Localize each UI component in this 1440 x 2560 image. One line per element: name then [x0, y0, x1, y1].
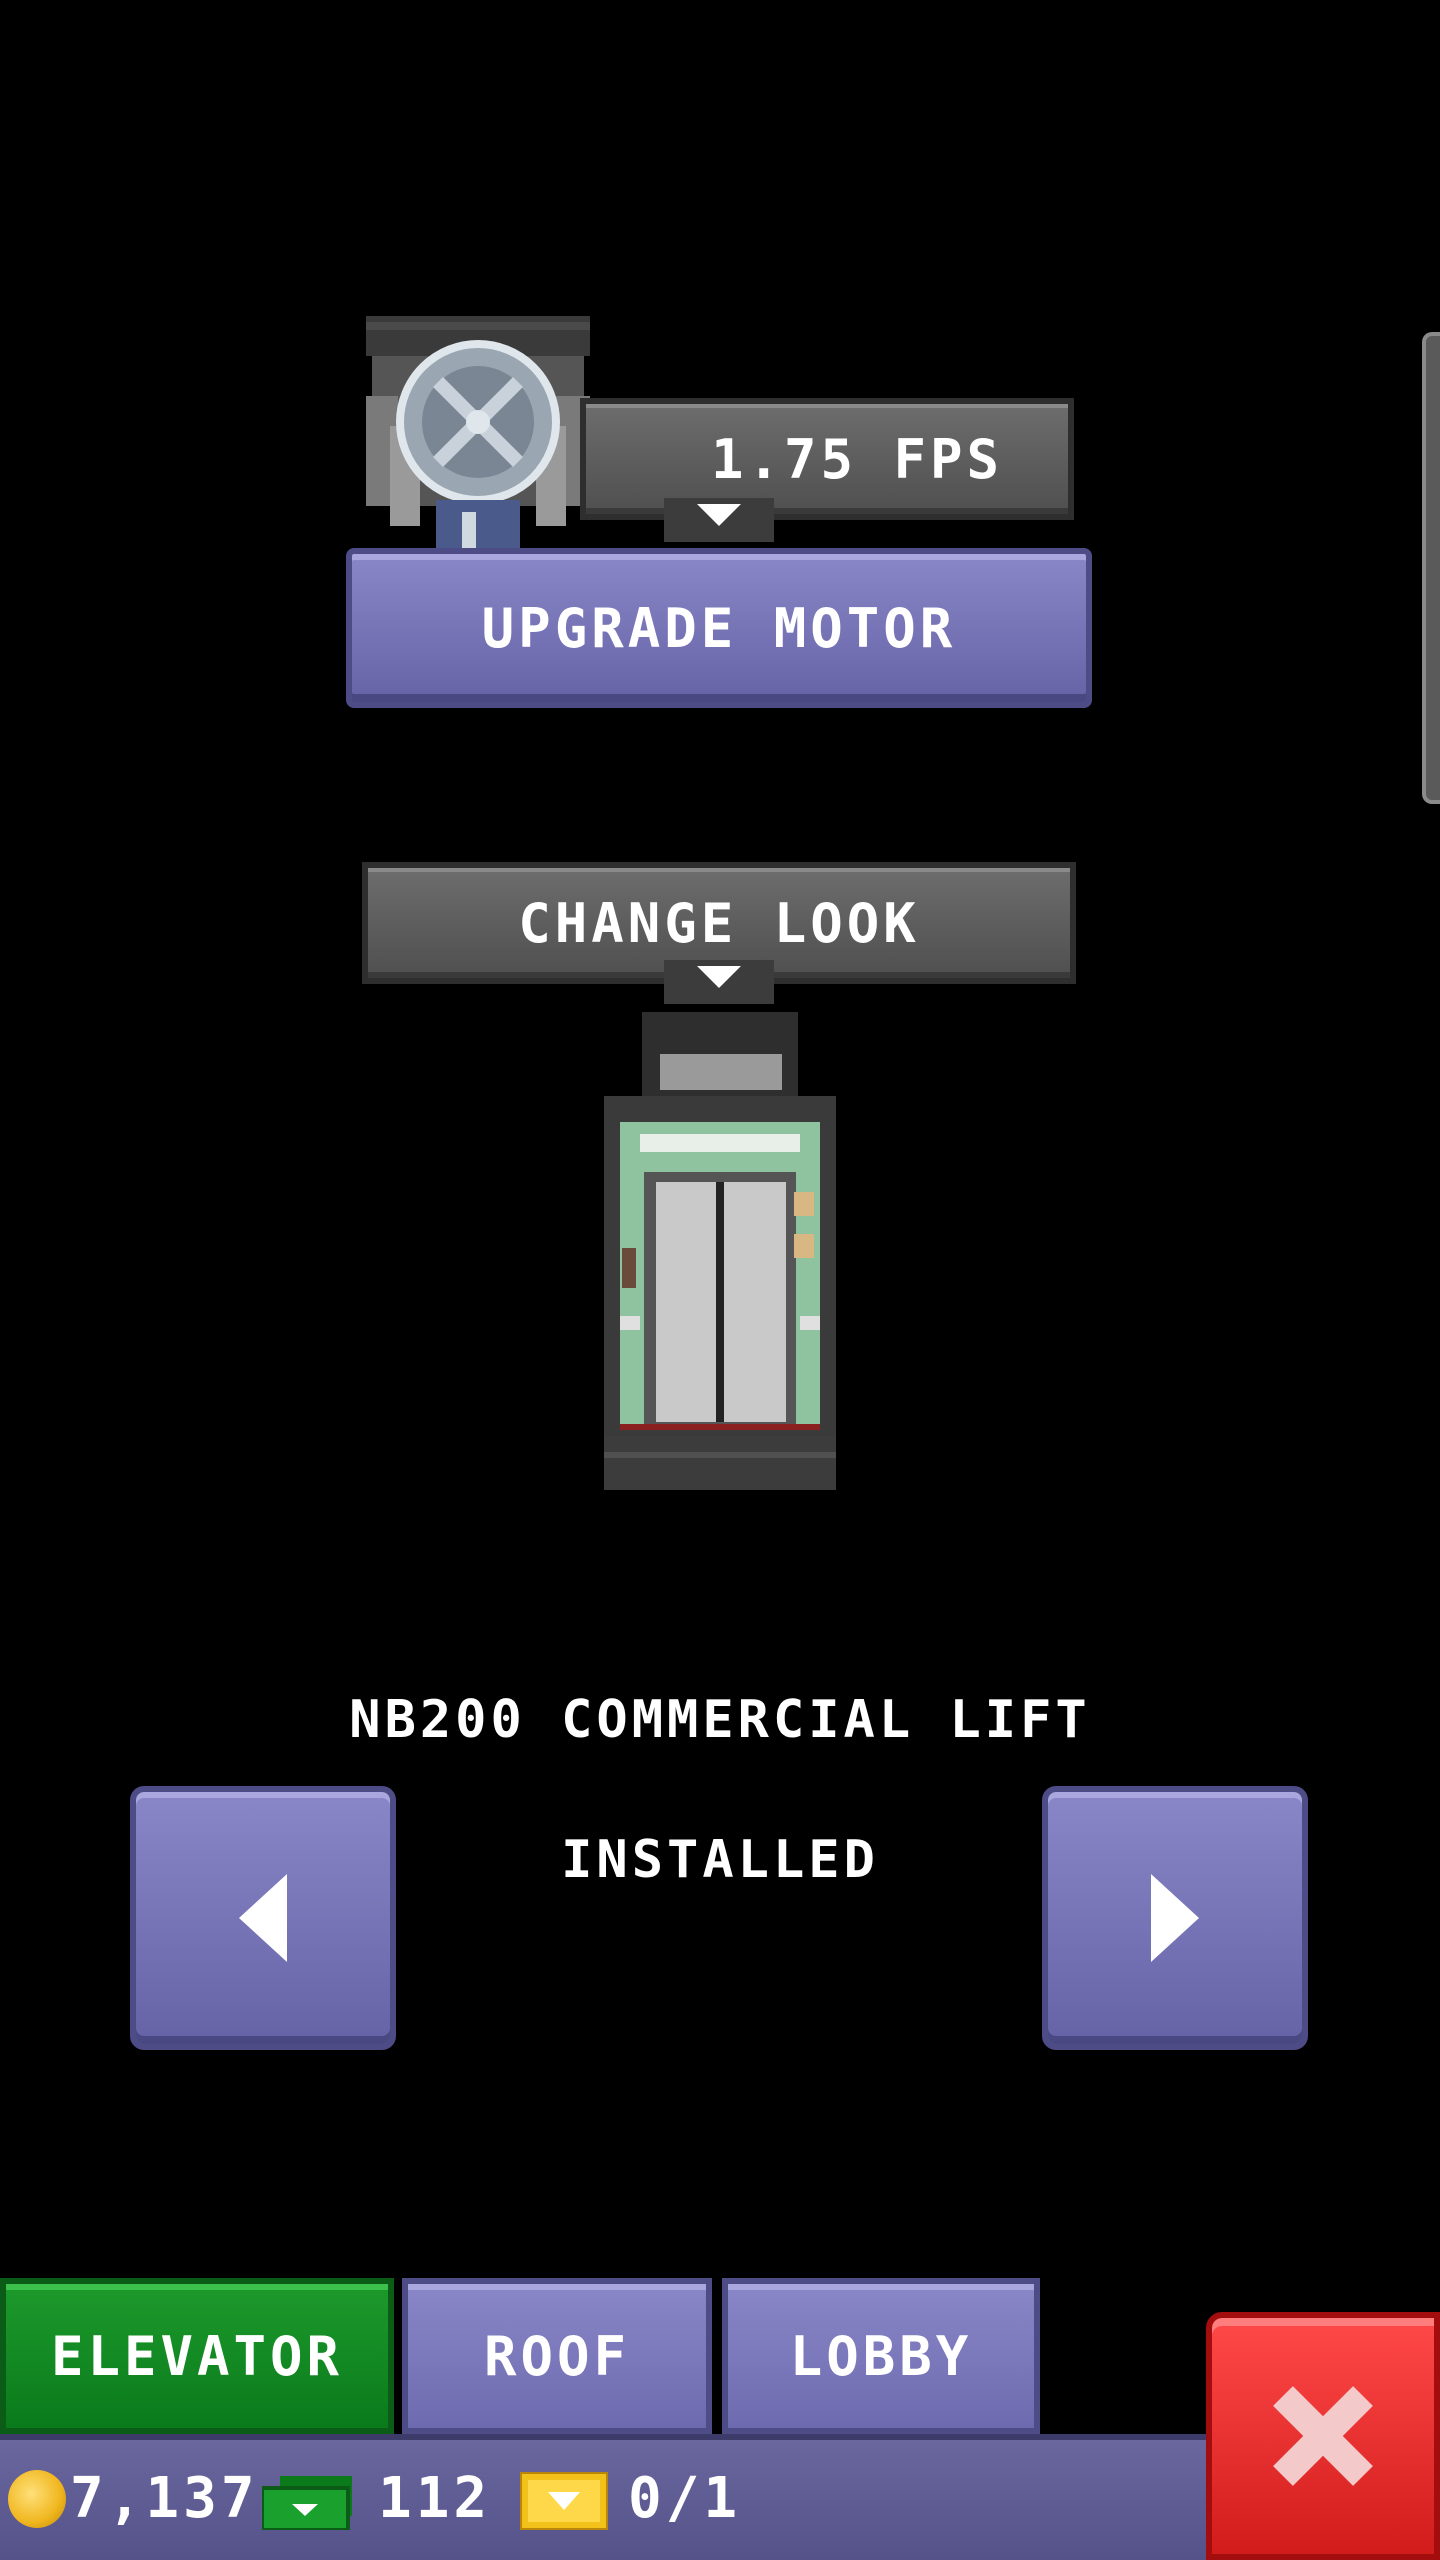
- dropdown-arrow-icon: [664, 498, 774, 542]
- previous-look-button[interactable]: [130, 1786, 396, 2050]
- next-look-button[interactable]: [1042, 1786, 1308, 2050]
- bux-count: 112: [378, 2466, 492, 2531]
- coin-icon: [8, 2470, 66, 2528]
- chevron-right-icon: [1151, 1874, 1199, 1962]
- elevator-car-preview: [604, 1012, 836, 1490]
- close-icon: [1273, 2386, 1373, 2486]
- tab-lobby[interactable]: LOBBY: [722, 2278, 1040, 2434]
- motor-speed-readout: 1.75 FPS: [580, 398, 1074, 520]
- motor-sprite: [362, 316, 590, 548]
- tab-roof[interactable]: ROOF: [402, 2278, 712, 2434]
- dropdown-arrow-icon: [664, 960, 774, 1004]
- upgrade-motor-button[interactable]: UPGRADE MOTOR: [346, 548, 1092, 708]
- ticket-icon: [518, 2470, 610, 2532]
- side-scroll-handle[interactable]: [1422, 332, 1440, 804]
- tickets-count: 0/1: [628, 2466, 742, 2531]
- coins-count: 7,137: [70, 2466, 259, 2531]
- cash-icon: [260, 2476, 352, 2532]
- tab-elevator[interactable]: ELEVATOR: [0, 2278, 394, 2434]
- close-button[interactable]: [1206, 2312, 1440, 2560]
- chevron-left-icon: [239, 1874, 287, 1962]
- elevator-model-name: NB200 COMMERCIAL LIFT: [349, 1690, 1091, 1750]
